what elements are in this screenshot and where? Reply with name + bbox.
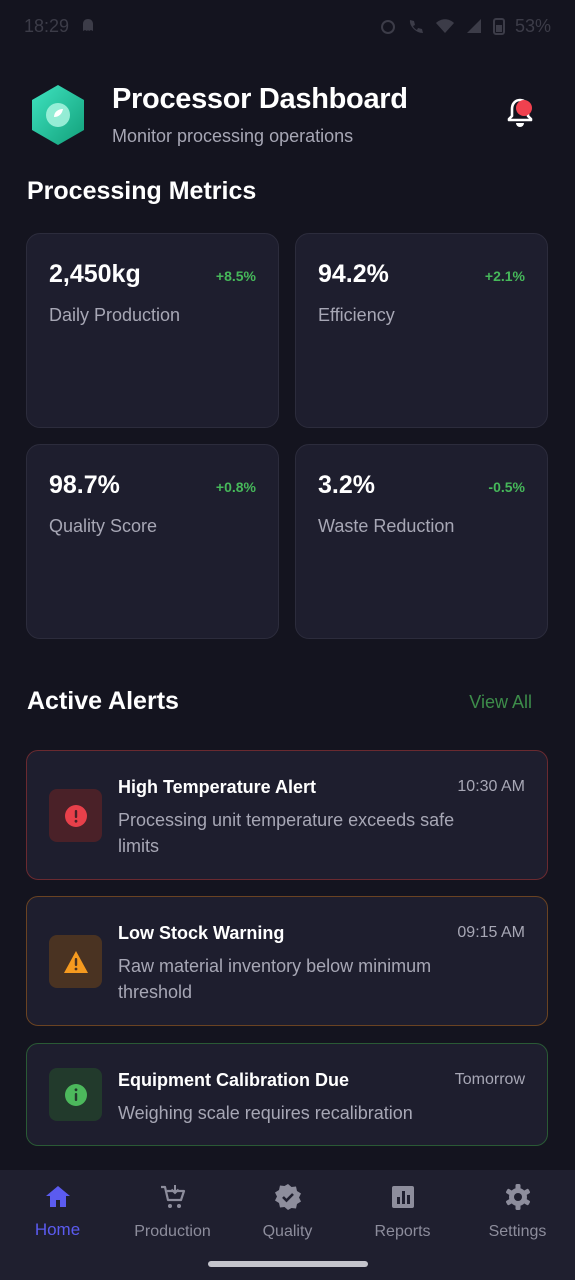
alert-icon-box <box>49 935 102 988</box>
call-icon <box>409 20 423 33</box>
alert-title: High Temperature Alert <box>118 777 317 797</box>
metrics-section-title: Processing Metrics <box>27 177 257 205</box>
alert-time: 09:15 AM <box>457 924 525 941</box>
metric-card-quality-score[interactable]: 98.7% +0.8% Quality Score <box>26 444 279 639</box>
app-header: Processor Dashboard Monitor processing o… <box>30 80 550 150</box>
metric-change: +8.5% <box>215 268 256 284</box>
alert-icon-box <box>49 789 102 842</box>
alarm-icon <box>380 20 395 34</box>
nav-item-settings[interactable]: Settings <box>460 1170 575 1280</box>
error-icon <box>64 804 87 827</box>
status-bar: 18:29 53% <box>0 0 575 52</box>
alert-description: Weighing scale requires recalibration <box>118 1103 413 1123</box>
metric-card-daily-production[interactable]: 2,450kg +8.5% Daily Production <box>26 233 279 428</box>
alert-description: Processing unit temperature exceeds safe… <box>118 810 455 856</box>
nav-label: Reports <box>374 1223 431 1240</box>
page-subtitle: Monitor processing operations <box>112 126 354 146</box>
signal-icon <box>466 19 481 33</box>
alert-description: Raw material inventory below minimum thr… <box>118 956 432 1002</box>
nav-label: Quality <box>262 1223 313 1240</box>
gear-icon <box>505 1184 530 1210</box>
metric-label: Quality Score <box>49 516 158 536</box>
notification-ghost-icon <box>83 19 94 31</box>
page-title: Processor Dashboard <box>112 83 408 115</box>
notification-badge <box>516 100 532 116</box>
alert-card-equipment-calibration[interactable]: Equipment Calibration Due Tomorrow Weigh… <box>26 1043 548 1146</box>
alerts-section-title: Active Alerts <box>27 687 179 715</box>
alert-title: Low Stock Warning <box>118 923 285 943</box>
warning-icon <box>63 950 88 973</box>
home-icon <box>45 1186 70 1207</box>
metric-label: Daily Production <box>49 305 181 325</box>
alert-icon-box <box>49 1068 102 1121</box>
nav-label: Production <box>134 1223 211 1240</box>
battery-percent: 53% <box>514 15 551 36</box>
nav-label: Settings <box>488 1223 547 1240</box>
metric-label: Waste Reduction <box>318 516 455 536</box>
notifications-button[interactable] <box>500 92 540 132</box>
alert-card-low-stock[interactable]: Low Stock Warning 09:15 AM Raw material … <box>26 896 548 1026</box>
verified-badge-icon <box>274 1184 301 1210</box>
alert-card-high-temperature[interactable]: High Temperature Alert 10:30 AM Processi… <box>26 750 548 880</box>
metric-label: Efficiency <box>318 305 395 325</box>
alert-title: Equipment Calibration Due <box>118 1070 350 1090</box>
app-logo-icon <box>32 85 84 145</box>
metric-card-efficiency[interactable]: 94.2% +2.1% Efficiency <box>295 233 548 428</box>
home-indicator[interactable] <box>208 1261 368 1267</box>
metric-change: -0.5% <box>488 479 525 495</box>
production-cart-icon <box>160 1185 185 1208</box>
status-time: 18:29 <box>24 15 70 36</box>
nav-item-home[interactable]: Home <box>0 1170 115 1280</box>
battery-icon <box>492 18 505 35</box>
info-icon <box>64 1083 87 1106</box>
bar-chart-icon <box>391 1186 414 1208</box>
metric-change: +2.1% <box>484 268 525 284</box>
metric-card-waste-reduction[interactable]: 3.2% -0.5% Waste Reduction <box>295 444 548 639</box>
view-all-alerts-link[interactable]: View All <box>469 692 532 713</box>
wifi-icon <box>435 19 454 33</box>
nav-label: Home <box>34 1220 81 1239</box>
metric-change: +0.8% <box>215 479 256 495</box>
alert-time: Tomorrow <box>454 1071 525 1088</box>
alert-time: 10:30 AM <box>457 778 525 795</box>
